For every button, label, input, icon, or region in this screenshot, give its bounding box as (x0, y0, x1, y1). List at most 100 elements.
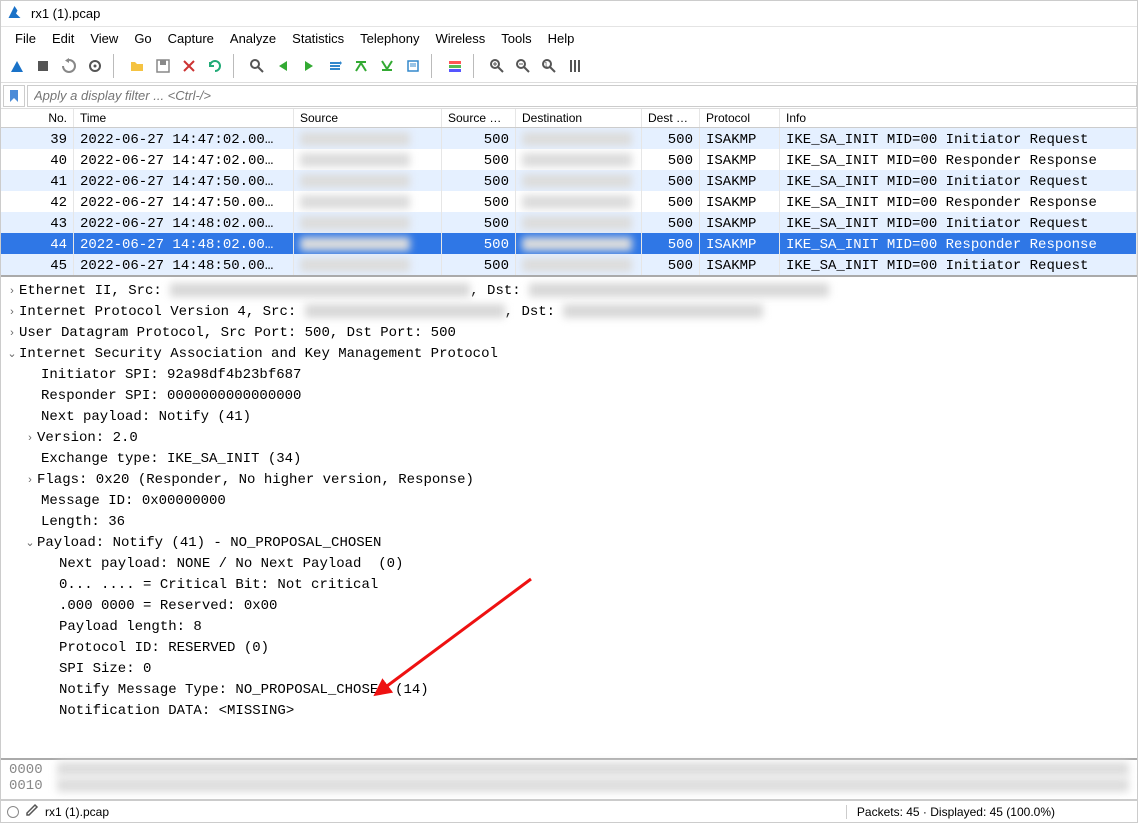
menu-capture[interactable]: Capture (160, 29, 222, 48)
menu-telephony[interactable]: Telephony (352, 29, 427, 48)
zoom-in-button[interactable] (485, 54, 509, 78)
window-title: rx1 (1).pcap (31, 6, 100, 21)
find-button[interactable] (245, 54, 269, 78)
detail-field[interactable]: Next payload: NONE / No Next Payload (0) (59, 554, 403, 575)
app-icon (7, 3, 31, 24)
menu-edit[interactable]: Edit (44, 29, 82, 48)
goto-packet-button[interactable] (323, 54, 347, 78)
hex-bytes-redacted (57, 762, 1129, 776)
expand-icon[interactable]: › (5, 323, 19, 344)
autoscroll-button[interactable] (401, 54, 425, 78)
filter-bar (1, 83, 1137, 109)
detail-ethernet[interactable]: Ethernet II, Src: , Dst: (19, 281, 829, 302)
toolbar-separator (233, 54, 239, 78)
svg-text:1: 1 (544, 62, 548, 69)
detail-field[interactable]: Next payload: Notify (41) (41, 407, 251, 428)
column-header[interactable]: Destination (516, 109, 642, 127)
restart-capture-button[interactable] (57, 54, 81, 78)
menu-view[interactable]: View (82, 29, 126, 48)
packet-row[interactable]: 422022-06-27 14:47:50.00…500500ISAKMPIKE… (1, 191, 1137, 212)
go-back-button[interactable] (271, 54, 295, 78)
go-forward-button[interactable] (297, 54, 321, 78)
packet-row[interactable]: 452022-06-27 14:48:50.00…500500ISAKMPIKE… (1, 254, 1137, 275)
column-header[interactable]: Source (294, 109, 442, 127)
detail-field[interactable]: Flags: 0x20 (Responder, No higher versio… (37, 470, 474, 491)
hex-bytes-redacted (57, 778, 1129, 792)
menu-go[interactable]: Go (126, 29, 159, 48)
hex-offset: 0010 (9, 778, 51, 794)
detail-isakmp[interactable]: Internet Security Association and Key Ma… (19, 344, 498, 365)
packet-row[interactable]: 412022-06-27 14:47:50.00…500500ISAKMPIKE… (1, 170, 1137, 191)
expert-info-icon[interactable] (7, 806, 19, 818)
zoom-reset-button[interactable]: 1 (537, 54, 561, 78)
detail-field[interactable]: Initiator SPI: 92a98df4b23bf687 (41, 365, 301, 386)
toolbar: 1 (1, 49, 1137, 83)
zoom-out-button[interactable] (511, 54, 535, 78)
detail-field[interactable]: Responder SPI: 0000000000000000 (41, 386, 301, 407)
detail-field[interactable]: .000 0000 = Reserved: 0x00 (59, 596, 277, 617)
packet-row[interactable]: 402022-06-27 14:47:02.00…500500ISAKMPIKE… (1, 149, 1137, 170)
detail-field[interactable]: Exchange type: IKE_SA_INIT (34) (41, 449, 301, 470)
filter-bookmark-button[interactable] (3, 85, 25, 107)
packet-row[interactable]: 432022-06-27 14:48:02.00…500500ISAKMPIKE… (1, 212, 1137, 233)
expand-icon[interactable]: › (5, 281, 19, 302)
title-bar: rx1 (1).pcap (1, 1, 1137, 27)
detail-udp[interactable]: User Datagram Protocol, Src Port: 500, D… (19, 323, 456, 344)
detail-field[interactable]: Length: 36 (41, 512, 125, 533)
detail-field[interactable]: Protocol ID: RESERVED (0) (59, 638, 269, 659)
status-file: rx1 (1).pcap (45, 805, 109, 819)
reload-button[interactable] (203, 54, 227, 78)
packet-list-header: No.TimeSourceSource PortDestinationDest … (1, 109, 1137, 128)
column-header[interactable]: Protocol (700, 109, 780, 127)
column-header[interactable]: Dest Port (642, 109, 700, 127)
resize-columns-button[interactable] (563, 54, 587, 78)
collapse-icon[interactable]: ⌄ (23, 533, 37, 554)
toolbar-separator (473, 54, 479, 78)
go-first-button[interactable] (349, 54, 373, 78)
packet-row[interactable]: 392022-06-27 14:47:02.00…500500ISAKMPIKE… (1, 128, 1137, 149)
detail-field[interactable]: Notify Message Type: NO_PROPOSAL_CHOSEN … (59, 680, 429, 701)
display-filter-input[interactable] (27, 85, 1137, 107)
capture-options-button[interactable] (83, 54, 107, 78)
go-last-button[interactable] (375, 54, 399, 78)
packet-row[interactable]: 442022-06-27 14:48:02.00…500500ISAKMPIKE… (1, 233, 1137, 254)
detail-ip[interactable]: Internet Protocol Version 4, Src: , Dst: (19, 302, 763, 323)
detail-field[interactable]: Payload length: 8 (59, 617, 202, 638)
menu-help[interactable]: Help (540, 29, 583, 48)
edit-icon[interactable] (25, 803, 39, 820)
save-file-button[interactable] (151, 54, 175, 78)
menu-analyze[interactable]: Analyze (222, 29, 284, 48)
detail-field[interactable]: Notification DATA: <MISSING> (59, 701, 294, 722)
start-capture-button[interactable] (5, 54, 29, 78)
status-bar: rx1 (1).pcap Packets: 45 · Displayed: 45… (1, 800, 1137, 822)
colorize-button[interactable] (443, 54, 467, 78)
hex-offset: 0000 (9, 762, 51, 778)
expand-icon[interactable]: › (5, 302, 19, 323)
stop-capture-button[interactable] (31, 54, 55, 78)
detail-field[interactable]: Message ID: 0x00000000 (41, 491, 226, 512)
column-header[interactable]: Time (74, 109, 294, 127)
menu-wireless[interactable]: Wireless (427, 29, 493, 48)
detail-payload-header[interactable]: Payload: Notify (41) - NO_PROPOSAL_CHOSE… (37, 533, 381, 554)
packet-list-pane[interactable]: No.TimeSourceSource PortDestinationDest … (1, 109, 1137, 277)
toolbar-separator (113, 54, 119, 78)
status-packets: Packets: 45 · Displayed: 45 (100.0%) (846, 805, 1065, 819)
column-header[interactable]: Source Port (442, 109, 516, 127)
expand-icon[interactable]: › (23, 428, 37, 449)
menu-file[interactable]: File (7, 29, 44, 48)
detail-field[interactable]: 0... .... = Critical Bit: Not critical (59, 575, 378, 596)
menu-bar: FileEditViewGoCaptureAnalyzeStatisticsTe… (1, 27, 1137, 49)
menu-statistics[interactable]: Statistics (284, 29, 352, 48)
expand-icon[interactable]: › (23, 470, 37, 491)
column-header[interactable]: No. (1, 109, 74, 127)
detail-field[interactable]: SPI Size: 0 (59, 659, 151, 680)
open-file-button[interactable] (125, 54, 149, 78)
close-file-button[interactable] (177, 54, 201, 78)
column-header[interactable]: Info (780, 109, 1137, 127)
toolbar-separator (431, 54, 437, 78)
collapse-icon[interactable]: ⌄ (5, 344, 19, 365)
menu-tools[interactable]: Tools (493, 29, 539, 48)
detail-field[interactable]: Version: 2.0 (37, 428, 138, 449)
packet-bytes-pane[interactable]: 0000 0010 (1, 760, 1137, 800)
packet-details-pane[interactable]: › Ethernet II, Src: , Dst: › Internet Pr… (1, 277, 1137, 760)
